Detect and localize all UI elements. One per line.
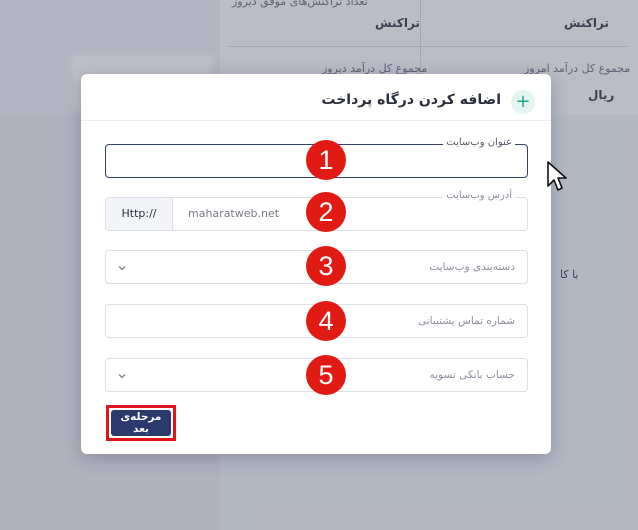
modal-title: اضافه کردن درگاه پرداخت: [321, 92, 501, 108]
mouse-cursor-icon: [547, 161, 567, 191]
website-category-placeholder: دسته‌بندی وب‌سایت: [429, 261, 515, 273]
chevron-down-icon: [118, 374, 126, 379]
website-title-label: عنوان وب‌سایت: [443, 137, 515, 148]
add-gateway-modal: + اضافه کردن درگاه پرداخت عنوان وب‌سایت …: [81, 74, 551, 454]
annotation-badge-4: 4: [306, 301, 346, 341]
annotation-badge-1: 1: [306, 140, 346, 180]
modal-header: + اضافه کردن درگاه پرداخت: [81, 74, 551, 121]
url-prefix: Http://: [106, 198, 173, 230]
annotation-badge-3: 3: [306, 246, 346, 286]
next-step-button[interactable]: مرحله‌ی بعد: [111, 410, 171, 436]
plus-icon: +: [511, 90, 535, 114]
annotation-badge-2: 2: [306, 192, 346, 232]
next-button-highlight: مرحله‌ی بعد: [106, 405, 176, 441]
website-address-value: maharatweb.net: [188, 207, 280, 220]
chevron-down-icon: [118, 266, 126, 271]
support-phone-placeholder: شماره تماس پشتیبانی: [418, 315, 515, 327]
annotation-badge-5: 5: [306, 355, 346, 395]
website-address-label: آدرس وب‌سایت: [443, 190, 515, 201]
settlement-account-placeholder: حساب بانکی تسویه: [429, 369, 515, 381]
